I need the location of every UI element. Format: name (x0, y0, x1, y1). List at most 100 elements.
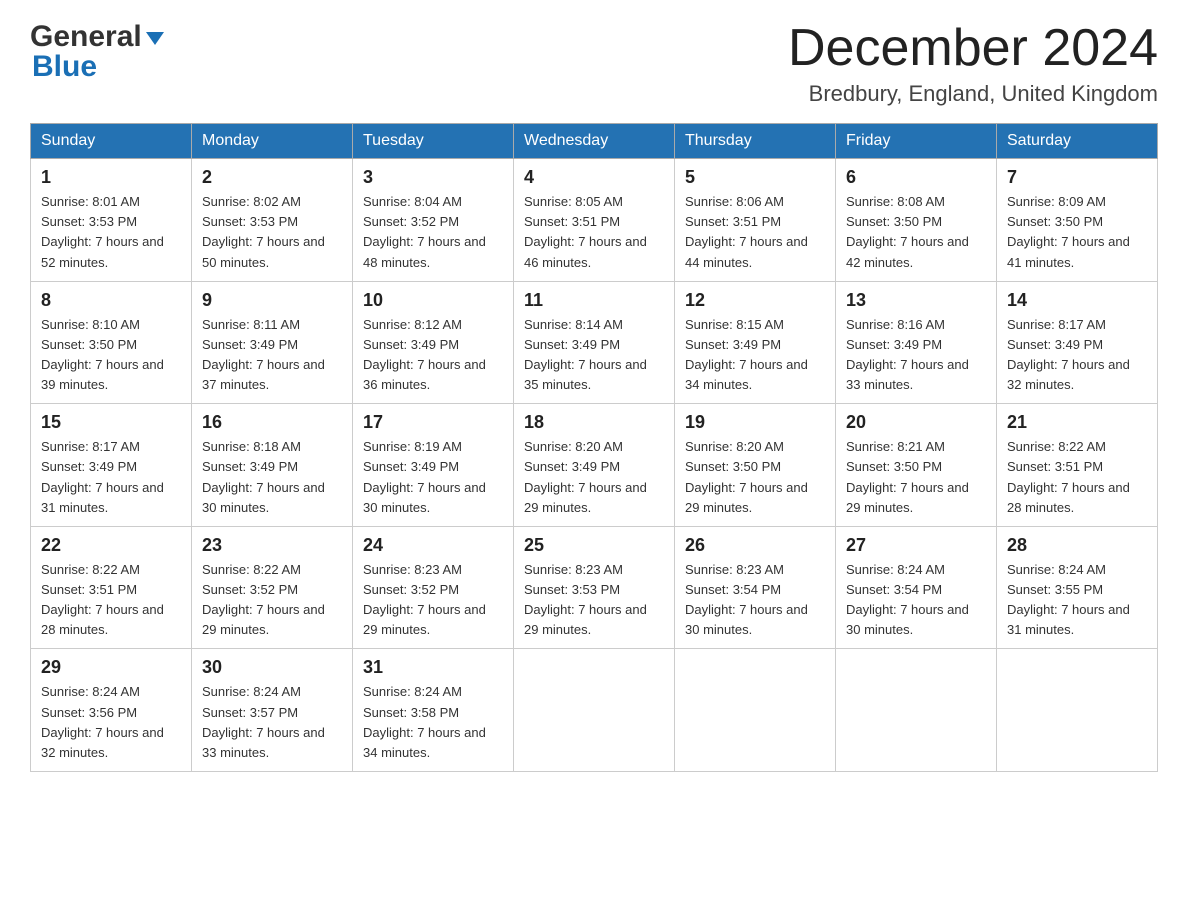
title-block: December 2024 Bredbury, England, United … (788, 20, 1158, 107)
day-number: 26 (685, 535, 825, 556)
weekday-header-tuesday: Tuesday (353, 124, 514, 159)
week-row-1: 1 Sunrise: 8:01 AM Sunset: 3:53 PM Dayli… (31, 159, 1158, 282)
calendar-cell: 9 Sunrise: 8:11 AM Sunset: 3:49 PM Dayli… (192, 281, 353, 404)
day-info: Sunrise: 8:16 AM Sunset: 3:49 PM Dayligh… (846, 315, 986, 396)
day-info: Sunrise: 8:06 AM Sunset: 3:51 PM Dayligh… (685, 192, 825, 273)
calendar-cell: 23 Sunrise: 8:22 AM Sunset: 3:52 PM Dayl… (192, 526, 353, 649)
calendar-cell: 13 Sunrise: 8:16 AM Sunset: 3:49 PM Dayl… (836, 281, 997, 404)
day-info: Sunrise: 8:20 AM Sunset: 3:50 PM Dayligh… (685, 437, 825, 518)
month-title: December 2024 (788, 20, 1158, 77)
day-number: 22 (41, 535, 181, 556)
day-info: Sunrise: 8:04 AM Sunset: 3:52 PM Dayligh… (363, 192, 503, 273)
calendar-cell: 14 Sunrise: 8:17 AM Sunset: 3:49 PM Dayl… (997, 281, 1158, 404)
day-info: Sunrise: 8:19 AM Sunset: 3:49 PM Dayligh… (363, 437, 503, 518)
calendar-cell: 11 Sunrise: 8:14 AM Sunset: 3:49 PM Dayl… (514, 281, 675, 404)
day-number: 17 (363, 412, 503, 433)
calendar-cell (997, 649, 1158, 772)
page-header: General Blue December 2024 Bredbury, Eng… (30, 20, 1158, 107)
calendar-cell: 31 Sunrise: 8:24 AM Sunset: 3:58 PM Dayl… (353, 649, 514, 772)
day-number: 7 (1007, 167, 1147, 188)
day-info: Sunrise: 8:02 AM Sunset: 3:53 PM Dayligh… (202, 192, 342, 273)
calendar-cell: 12 Sunrise: 8:15 AM Sunset: 3:49 PM Dayl… (675, 281, 836, 404)
calendar-cell: 15 Sunrise: 8:17 AM Sunset: 3:49 PM Dayl… (31, 404, 192, 527)
calendar-cell (514, 649, 675, 772)
day-info: Sunrise: 8:15 AM Sunset: 3:49 PM Dayligh… (685, 315, 825, 396)
day-number: 11 (524, 290, 664, 311)
calendar-cell: 27 Sunrise: 8:24 AM Sunset: 3:54 PM Dayl… (836, 526, 997, 649)
day-number: 3 (363, 167, 503, 188)
day-number: 20 (846, 412, 986, 433)
day-number: 13 (846, 290, 986, 311)
week-row-3: 15 Sunrise: 8:17 AM Sunset: 3:49 PM Dayl… (31, 404, 1158, 527)
day-info: Sunrise: 8:01 AM Sunset: 3:53 PM Dayligh… (41, 192, 181, 273)
location-title: Bredbury, England, United Kingdom (788, 81, 1158, 107)
day-number: 19 (685, 412, 825, 433)
day-info: Sunrise: 8:23 AM Sunset: 3:52 PM Dayligh… (363, 560, 503, 641)
day-number: 27 (846, 535, 986, 556)
calendar-cell: 24 Sunrise: 8:23 AM Sunset: 3:52 PM Dayl… (353, 526, 514, 649)
day-info: Sunrise: 8:17 AM Sunset: 3:49 PM Dayligh… (41, 437, 181, 518)
weekday-header-monday: Monday (192, 124, 353, 159)
day-info: Sunrise: 8:09 AM Sunset: 3:50 PM Dayligh… (1007, 192, 1147, 273)
day-info: Sunrise: 8:14 AM Sunset: 3:49 PM Dayligh… (524, 315, 664, 396)
day-info: Sunrise: 8:21 AM Sunset: 3:50 PM Dayligh… (846, 437, 986, 518)
calendar-cell: 18 Sunrise: 8:20 AM Sunset: 3:49 PM Dayl… (514, 404, 675, 527)
day-info: Sunrise: 8:22 AM Sunset: 3:51 PM Dayligh… (1007, 437, 1147, 518)
day-number: 30 (202, 657, 342, 678)
week-row-2: 8 Sunrise: 8:10 AM Sunset: 3:50 PM Dayli… (31, 281, 1158, 404)
calendar-cell: 2 Sunrise: 8:02 AM Sunset: 3:53 PM Dayli… (192, 159, 353, 282)
calendar-cell: 1 Sunrise: 8:01 AM Sunset: 3:53 PM Dayli… (31, 159, 192, 282)
day-number: 28 (1007, 535, 1147, 556)
day-info: Sunrise: 8:24 AM Sunset: 3:58 PM Dayligh… (363, 682, 503, 763)
calendar-cell: 21 Sunrise: 8:22 AM Sunset: 3:51 PM Dayl… (997, 404, 1158, 527)
weekday-header-sunday: Sunday (31, 124, 192, 159)
day-number: 10 (363, 290, 503, 311)
day-number: 2 (202, 167, 342, 188)
calendar-cell: 4 Sunrise: 8:05 AM Sunset: 3:51 PM Dayli… (514, 159, 675, 282)
calendar-cell: 7 Sunrise: 8:09 AM Sunset: 3:50 PM Dayli… (997, 159, 1158, 282)
day-number: 15 (41, 412, 181, 433)
day-number: 5 (685, 167, 825, 188)
calendar-cell: 16 Sunrise: 8:18 AM Sunset: 3:49 PM Dayl… (192, 404, 353, 527)
day-info: Sunrise: 8:24 AM Sunset: 3:55 PM Dayligh… (1007, 560, 1147, 641)
calendar-cell: 3 Sunrise: 8:04 AM Sunset: 3:52 PM Dayli… (353, 159, 514, 282)
logo-blue-text: Blue (32, 50, 97, 84)
day-number: 18 (524, 412, 664, 433)
day-info: Sunrise: 8:24 AM Sunset: 3:57 PM Dayligh… (202, 682, 342, 763)
calendar-cell: 30 Sunrise: 8:24 AM Sunset: 3:57 PM Dayl… (192, 649, 353, 772)
day-number: 9 (202, 290, 342, 311)
calendar-cell: 17 Sunrise: 8:19 AM Sunset: 3:49 PM Dayl… (353, 404, 514, 527)
day-info: Sunrise: 8:24 AM Sunset: 3:56 PM Dayligh… (41, 682, 181, 763)
day-number: 12 (685, 290, 825, 311)
day-info: Sunrise: 8:17 AM Sunset: 3:49 PM Dayligh… (1007, 315, 1147, 396)
calendar-cell: 26 Sunrise: 8:23 AM Sunset: 3:54 PM Dayl… (675, 526, 836, 649)
day-info: Sunrise: 8:23 AM Sunset: 3:53 PM Dayligh… (524, 560, 664, 641)
day-info: Sunrise: 8:22 AM Sunset: 3:52 PM Dayligh… (202, 560, 342, 641)
weekday-header-thursday: Thursday (675, 124, 836, 159)
day-number: 8 (41, 290, 181, 311)
calendar-cell (675, 649, 836, 772)
day-info: Sunrise: 8:12 AM Sunset: 3:49 PM Dayligh… (363, 315, 503, 396)
weekday-header-saturday: Saturday (997, 124, 1158, 159)
calendar-cell: 19 Sunrise: 8:20 AM Sunset: 3:50 PM Dayl… (675, 404, 836, 527)
weekday-header-wednesday: Wednesday (514, 124, 675, 159)
day-info: Sunrise: 8:20 AM Sunset: 3:49 PM Dayligh… (524, 437, 664, 518)
calendar-cell: 29 Sunrise: 8:24 AM Sunset: 3:56 PM Dayl… (31, 649, 192, 772)
day-number: 6 (846, 167, 986, 188)
day-number: 31 (363, 657, 503, 678)
day-info: Sunrise: 8:22 AM Sunset: 3:51 PM Dayligh… (41, 560, 181, 641)
logo-general-text: General (30, 20, 142, 54)
calendar-table: SundayMondayTuesdayWednesdayThursdayFrid… (30, 123, 1158, 772)
day-info: Sunrise: 8:11 AM Sunset: 3:49 PM Dayligh… (202, 315, 342, 396)
weekday-header-friday: Friday (836, 124, 997, 159)
day-info: Sunrise: 8:18 AM Sunset: 3:49 PM Dayligh… (202, 437, 342, 518)
day-number: 21 (1007, 412, 1147, 433)
week-row-4: 22 Sunrise: 8:22 AM Sunset: 3:51 PM Dayl… (31, 526, 1158, 649)
calendar-header-row: SundayMondayTuesdayWednesdayThursdayFrid… (31, 124, 1158, 159)
calendar-cell: 25 Sunrise: 8:23 AM Sunset: 3:53 PM Dayl… (514, 526, 675, 649)
day-number: 4 (524, 167, 664, 188)
day-info: Sunrise: 8:24 AM Sunset: 3:54 PM Dayligh… (846, 560, 986, 641)
day-info: Sunrise: 8:23 AM Sunset: 3:54 PM Dayligh… (685, 560, 825, 641)
day-number: 23 (202, 535, 342, 556)
calendar-cell: 20 Sunrise: 8:21 AM Sunset: 3:50 PM Dayl… (836, 404, 997, 527)
